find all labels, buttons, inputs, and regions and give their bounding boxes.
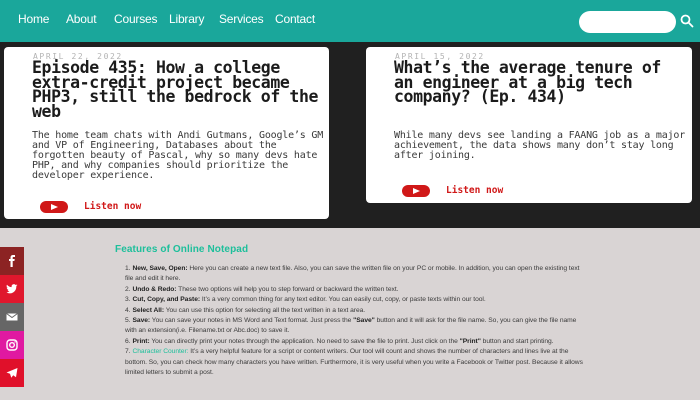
search-icon[interactable]	[680, 14, 694, 28]
share-telegram-button[interactable]	[0, 359, 24, 387]
section-heading: Features of Online Notepad	[115, 244, 249, 255]
list-item: 3. Cut, Copy, and Paste: It’s a very comm…	[125, 295, 585, 305]
item-text: It’s a very common thing for any text ed…	[200, 296, 486, 304]
item-text: You can use this option for selecting al…	[164, 306, 366, 314]
item-quote: "Print"	[459, 337, 481, 345]
item-term: Undo & Redo:	[132, 285, 177, 293]
list-item: 6. Print: You can directly print your not…	[125, 337, 585, 347]
nav-library[interactable]: Library	[169, 12, 204, 26]
item-text: It’s a very helpful feature for a script…	[125, 348, 583, 377]
item-number: 5.	[125, 317, 131, 325]
card-description: The home team chats with Andi Gutmans, G…	[32, 130, 324, 181]
nav-services[interactable]: Services	[219, 12, 264, 26]
item-text: You can save your notes in MS Word and T…	[150, 317, 354, 325]
item-term: New, Save, Open:	[132, 265, 188, 272]
share-email-button[interactable]	[0, 303, 24, 331]
card-title[interactable]: Episode 435: How a college extra-credit …	[32, 59, 324, 119]
feature-list: 1. New, Save, Open: Here you can create a…	[125, 264, 585, 378]
telegram-icon	[6, 368, 18, 378]
item-term: Select All:	[132, 306, 165, 314]
item-number: 6.	[125, 337, 131, 345]
nav-about[interactable]: About	[66, 12, 97, 26]
facebook-icon	[9, 255, 15, 267]
list-item: 7. Character Counter: It’s a very helpful…	[125, 347, 585, 378]
list-item: 4. Select All: You can use this option fo…	[125, 306, 585, 316]
item-number: 7.	[125, 348, 131, 356]
search-input[interactable]	[579, 11, 676, 33]
item-term: Character Counter:	[132, 348, 189, 356]
list-item: 5. Save: You can save your notes in MS Wo…	[125, 316, 585, 337]
top-navbar: Home About Courses Library Services Cont…	[0, 0, 700, 42]
listen-now-label[interactable]: Listen now	[84, 201, 141, 213]
item-number: 1.	[125, 265, 131, 272]
share-twitter-button[interactable]	[0, 275, 24, 303]
item-number: 4.	[125, 306, 131, 314]
nav-courses[interactable]: Courses	[114, 12, 157, 26]
item-text: button and start printing.	[480, 337, 554, 345]
item-number: 2.	[125, 285, 131, 293]
item-text: These two options will help you to step …	[176, 285, 399, 293]
play-icon[interactable]	[40, 201, 68, 213]
podcast-card[interactable]: APRIL 15, 2022 What’s the average tenure…	[366, 47, 692, 203]
mail-icon	[6, 313, 18, 321]
share-facebook-button[interactable]	[0, 247, 24, 275]
share-instagram-button[interactable]	[0, 331, 24, 359]
item-term: Save:	[132, 317, 151, 325]
play-icon[interactable]	[402, 185, 430, 197]
podcast-card[interactable]: APRIL 22, 2022 Episode 435: How a colleg…	[4, 47, 329, 219]
card-title[interactable]: What’s the average tenure of an engineer…	[394, 59, 686, 104]
instagram-icon	[6, 339, 18, 351]
nav-home[interactable]: Home	[18, 12, 49, 26]
twitter-icon	[6, 284, 18, 294]
listen-now-label[interactable]: Listen now	[446, 185, 503, 197]
item-number: 3.	[125, 296, 131, 304]
list-item: 2. Undo & Redo: These two options will he…	[125, 285, 585, 295]
item-text: You can directly print your notes throug…	[149, 337, 460, 345]
nav-contact[interactable]: Contact	[275, 12, 315, 26]
item-quote: "Save"	[353, 317, 375, 325]
item-term: Cut, Copy, and Paste:	[132, 296, 201, 304]
item-text: Here you can create a new text file. Als…	[125, 265, 580, 283]
item-term: Print:	[132, 337, 150, 345]
card-description: While many devs see landing a FAANG job …	[394, 130, 686, 161]
list-item: 1. New, Save, Open: Here you can create a…	[125, 264, 585, 285]
